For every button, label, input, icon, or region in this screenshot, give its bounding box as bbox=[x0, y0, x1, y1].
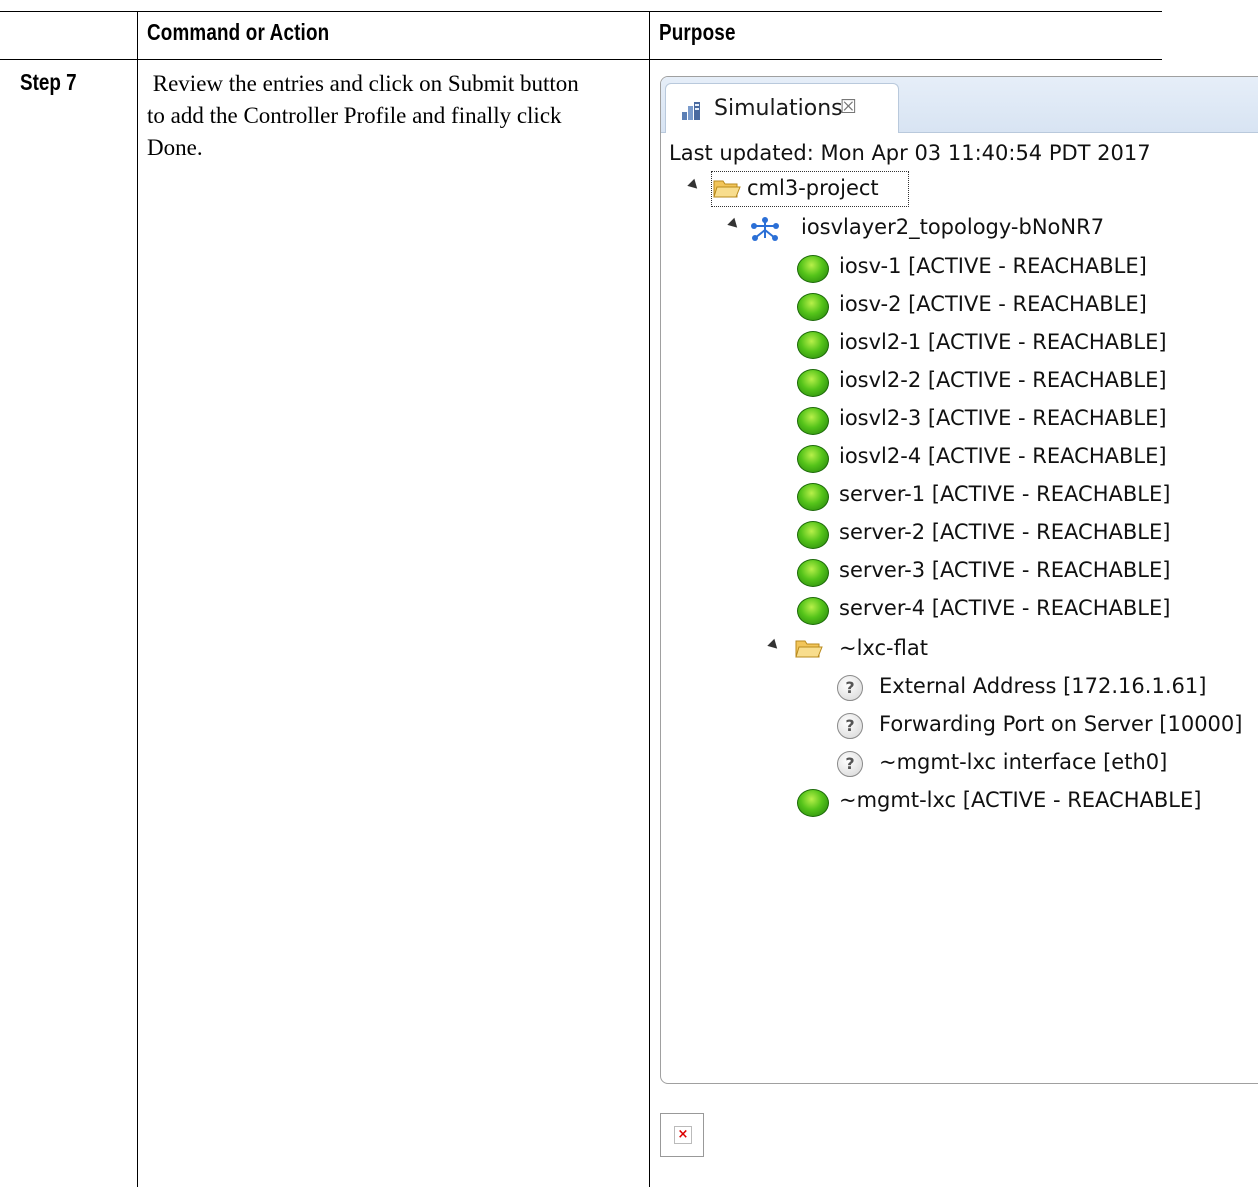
description-line: Done. bbox=[147, 135, 203, 160]
status-active-icon bbox=[797, 407, 829, 435]
broken-image-icon: × bbox=[660, 1113, 704, 1157]
lxc-property-label: Forwarding Port on Server [10000] bbox=[879, 712, 1243, 736]
mgmt-node-label: ~mgmt-lxc [ACTIVE - REACHABLE] bbox=[839, 788, 1202, 812]
project-label: cml3-project bbox=[747, 176, 879, 200]
node-label: server-4 [ACTIVE - REACHABLE] bbox=[839, 596, 1171, 620]
question-icon: ? bbox=[837, 713, 863, 739]
tab-simulations[interactable]: Simulations ☒ bbox=[665, 83, 899, 133]
description-line: to add the Controller Profile and finall… bbox=[147, 103, 562, 128]
expand-triangle-icon[interactable] bbox=[767, 638, 781, 653]
status-active-icon bbox=[797, 445, 829, 473]
node-label: iosvl2-3 [ACTIVE - REACHABLE] bbox=[839, 406, 1167, 430]
table-top-rule bbox=[0, 11, 1162, 12]
question-icon: ? bbox=[837, 675, 863, 701]
node-label: iosv-1 [ACTIVE - REACHABLE] bbox=[839, 254, 1147, 278]
question-icon: ? bbox=[837, 751, 863, 777]
status-active-icon bbox=[797, 293, 829, 321]
node-label: iosvl2-2 [ACTIVE - REACHABLE] bbox=[839, 368, 1167, 392]
node-label: iosvl2-1 [ACTIVE - REACHABLE] bbox=[839, 330, 1167, 354]
table-col-divider-2 bbox=[649, 11, 650, 1187]
node-label: iosvl2-4 [ACTIVE - REACHABLE] bbox=[839, 444, 1167, 468]
step-description: Review the entries and click on Submit b… bbox=[147, 68, 647, 164]
status-active-icon bbox=[797, 597, 829, 625]
expand-triangle-icon[interactable] bbox=[687, 178, 701, 193]
simulations-view: Simulations ☒ Last updated: Mon Apr 03 1… bbox=[660, 76, 1258, 1084]
status-active-icon bbox=[797, 483, 829, 511]
view-tab-bar: Simulations ☒ bbox=[661, 77, 1258, 133]
header-command: Command or Action bbox=[147, 19, 330, 45]
status-active-icon bbox=[797, 331, 829, 359]
close-icon[interactable]: ☒ bbox=[840, 96, 857, 118]
folder-open-icon bbox=[795, 640, 823, 658]
broken-image-glyph: × bbox=[674, 1126, 692, 1144]
last-updated-text: Last updated: Mon Apr 03 11:40:54 PDT 20… bbox=[669, 141, 1151, 165]
lxc-property-label: ~mgmt-lxc interface [eth0] bbox=[879, 750, 1168, 774]
node-label: server-1 [ACTIVE - REACHABLE] bbox=[839, 482, 1171, 506]
status-active-icon bbox=[797, 559, 829, 587]
status-active-icon bbox=[797, 521, 829, 549]
simulations-icon bbox=[682, 102, 700, 120]
status-active-icon bbox=[797, 789, 829, 817]
status-active-icon bbox=[797, 369, 829, 397]
expand-triangle-icon[interactable] bbox=[727, 217, 741, 232]
step-label: Step 7 bbox=[20, 69, 77, 95]
lxc-folder-label: ~lxc-flat bbox=[839, 636, 928, 660]
description-line: Review the entries and click on Submit b… bbox=[147, 71, 579, 96]
table-header-rule bbox=[0, 59, 1162, 60]
node-label: server-3 [ACTIVE - REACHABLE] bbox=[839, 558, 1171, 582]
node-label: server-2 [ACTIVE - REACHABLE] bbox=[839, 520, 1171, 544]
table-col-divider-1 bbox=[137, 11, 138, 1187]
node-label: iosv-2 [ACTIVE - REACHABLE] bbox=[839, 292, 1147, 316]
topology-label: iosvlayer2_topology-bNoNR7 bbox=[801, 215, 1105, 239]
header-purpose: Purpose bbox=[659, 19, 736, 45]
topology-icon bbox=[751, 217, 779, 241]
tab-title: Simulations bbox=[714, 96, 843, 121]
folder-open-icon bbox=[713, 180, 741, 198]
lxc-property-label: External Address [172.16.1.61] bbox=[879, 674, 1207, 698]
status-active-icon bbox=[797, 255, 829, 283]
